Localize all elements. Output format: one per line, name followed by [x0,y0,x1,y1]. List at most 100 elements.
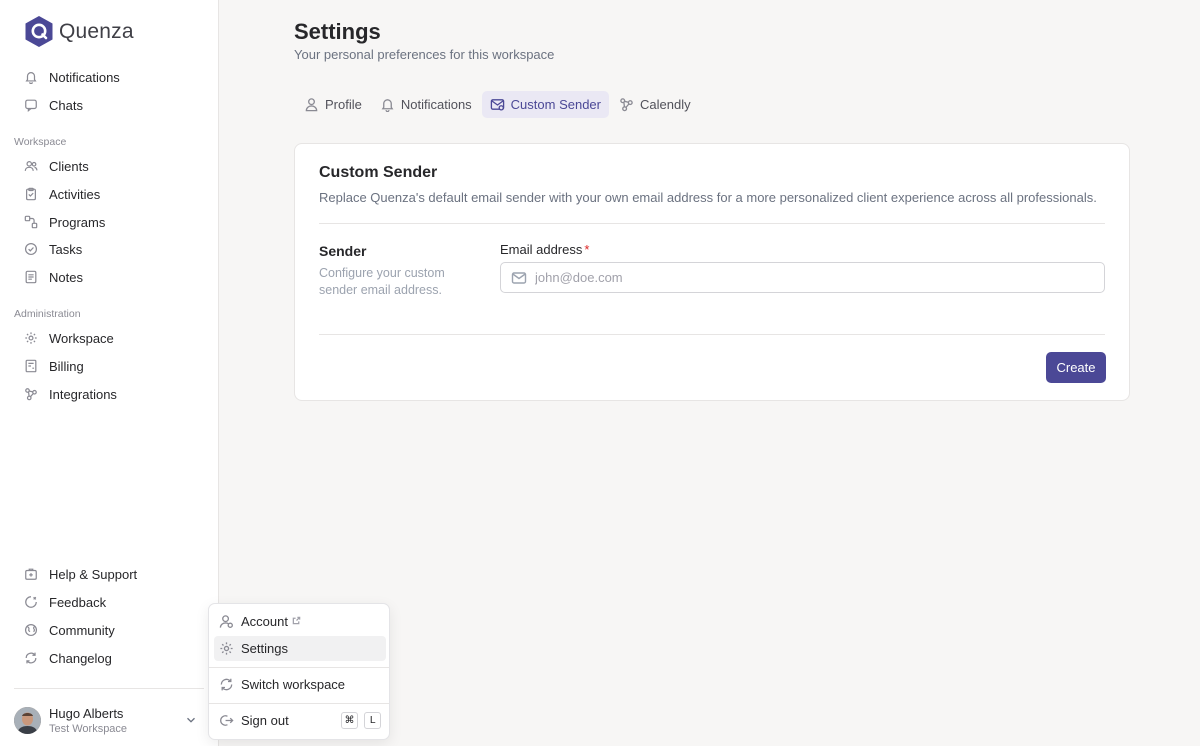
required-asterisk: * [584,242,590,257]
shortcut-key-cmd: ⌘ [341,712,358,729]
sidebar-item-changelog[interactable]: Changelog [14,645,204,671]
sidebar-item-tasks[interactable]: Tasks [14,236,204,262]
section-label-workspace: Workspace [14,136,67,148]
tab-label: Calendly [640,97,691,112]
card-description: Replace Quenza's default email sender wi… [319,190,1097,205]
sidebar-item-programs[interactable]: Programs [14,209,204,235]
sidebar-item-integrations[interactable]: Integrations [14,381,204,407]
sidebar-divider [14,688,204,689]
sidebar-item-label: Notes [49,269,83,285]
menu-item-label: Settings [241,641,288,656]
avatar [14,706,41,734]
card-title: Custom Sender [319,164,438,181]
check-circle-icon [24,242,38,256]
menu-item-account[interactable]: Account [214,609,386,634]
sidebar-item-label: Notifications [49,69,120,85]
sidebar-item-notifications[interactable]: Notifications [14,64,204,90]
user-menu: Account Settings Switch workspace Sign o… [208,603,390,740]
menu-item-label: Account [241,614,288,629]
user-workspace: Test Workspace [49,722,128,735]
sidebar-item-label: Feedback [49,594,107,610]
sidebar-item-feedback[interactable]: Feedback [14,589,204,615]
tab-notifications[interactable]: Notifications [372,91,480,118]
external-link-icon [292,613,301,625]
settings-tabs: Profile Notifications Custom Sender Cale… [296,91,701,118]
programs-icon [24,215,38,229]
menu-item-settings[interactable]: Settings [214,636,386,661]
logo-text: Quenza [59,19,134,43]
tab-profile[interactable]: Profile [296,91,370,118]
tab-label: Notifications [400,97,472,112]
email-input[interactable] [535,270,1075,285]
menu-divider [209,667,389,668]
email-field[interactable] [500,262,1105,293]
menu-item-label: Switch workspace [241,677,346,692]
user-switcher[interactable]: Hugo Alberts Test Workspace [14,704,204,736]
sidebar-item-label: Workspace [49,330,114,346]
sidebar-item-label: Tasks [49,241,83,257]
sidebar: Quenza Notifications Chats Workspace Cli… [0,0,219,746]
chat-icon [24,98,38,112]
tab-label: Custom Sender [510,97,601,112]
tab-calendly[interactable]: Calendly [611,91,699,118]
quenza-logo-icon [25,16,53,47]
sidebar-item-chats[interactable]: Chats [14,92,204,118]
sidebar-item-workspace[interactable]: Workspace [14,325,204,351]
tab-label: Profile [325,97,362,112]
create-button[interactable]: Create [1046,352,1106,383]
sidebar-item-label: Chats [49,97,83,113]
page-title: Settings [294,19,381,44]
sidebar-item-label: Changelog [49,650,112,666]
sign-out-icon [220,715,234,726]
refresh-icon [220,678,233,691]
refresh-icon [24,651,38,665]
gear-icon [220,642,233,655]
account-icon [219,615,233,628]
bell-icon [381,99,394,112]
menu-item-switch-workspace[interactable]: Switch workspace [214,672,386,697]
mail-icon [490,99,504,111]
shortcut-key-l: L [364,712,381,729]
section-label-administration: Administration [14,308,81,320]
gear-icon [24,331,38,345]
calendly-icon [620,98,633,112]
menu-item-sign-out[interactable]: Sign out ⌘ L [214,708,386,733]
user-icon [305,98,318,112]
card-divider [319,223,1105,224]
sidebar-item-help-support[interactable]: Help & Support [14,561,204,587]
menu-divider [209,703,389,704]
user-name: Hugo Alberts [49,705,124,721]
section-title: Sender [319,243,367,259]
help-icon [24,567,38,581]
tab-custom-sender[interactable]: Custom Sender [481,91,609,118]
logo[interactable]: Quenza [24,15,134,48]
email-field-label: Email address * [500,242,589,257]
note-icon [24,270,38,284]
sidebar-item-label: Help & Support [49,566,138,582]
sidebar-item-label: Clients [49,158,89,174]
sidebar-item-label: Programs [49,214,106,230]
mail-icon [511,271,527,284]
users-icon [24,159,38,173]
email-label-text: Email address [500,242,583,257]
sidebar-item-clients[interactable]: Clients [14,153,204,179]
sidebar-item-community[interactable]: Community [14,617,204,643]
integrations-icon [24,387,38,401]
feedback-icon [24,595,38,609]
sidebar-item-notes[interactable]: Notes [14,264,204,290]
section-description: Configure your custom sender email addre… [319,266,445,297]
sidebar-item-billing[interactable]: Billing [14,353,204,379]
sidebar-item-label: Community [49,622,115,638]
globe-icon [24,623,38,637]
sidebar-item-label: Billing [49,358,84,374]
sidebar-item-label: Integrations [49,386,117,402]
menu-item-label: Sign out [241,713,289,728]
billing-icon [24,359,38,373]
sidebar-item-activities[interactable]: Activities [14,181,204,207]
chevron-down-icon [184,713,198,732]
card-divider [319,334,1105,335]
sidebar-item-label: Activities [49,186,101,202]
bell-icon [24,70,38,84]
page-subtitle: Your personal preferences for this works… [294,47,555,62]
clipboard-icon [24,187,38,201]
